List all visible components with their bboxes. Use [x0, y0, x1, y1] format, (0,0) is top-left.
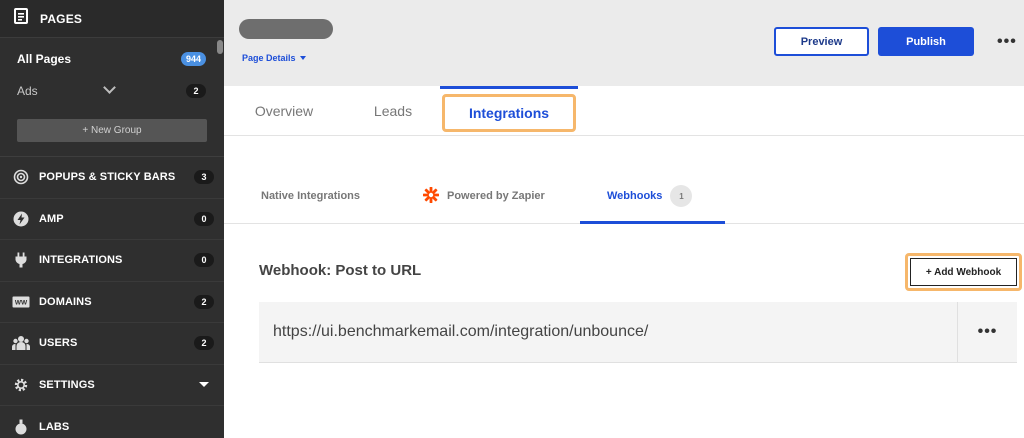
- main-tabs: Overview Leads Integrations: [224, 86, 1024, 136]
- zapier-icon: [422, 186, 440, 207]
- domains-label: DOMAINS: [39, 295, 92, 308]
- webhooks-count-badge: 1: [670, 185, 693, 207]
- webhook-row[interactable]: https://ui.benchmarkemail.com/integratio…: [259, 302, 1017, 363]
- chevron-down-icon[interactable]: [103, 81, 116, 94]
- page-details-dropdown[interactable]: Page Details: [242, 53, 306, 63]
- ads-label: Ads: [17, 84, 38, 98]
- page-title-redacted: [239, 19, 333, 39]
- all-pages-count-badge: 944: [180, 52, 206, 66]
- subtab-native-integrations[interactable]: Native Integrations: [261, 184, 360, 208]
- sidebar-item-all-pages[interactable]: All Pages 944: [0, 43, 224, 75]
- more-options-icon[interactable]: •••: [997, 33, 1017, 51]
- publish-button[interactable]: Publish: [878, 27, 974, 56]
- tab-overview-label: Overview: [254, 103, 314, 119]
- bolt-icon: [12, 210, 30, 228]
- www-icon: WW: [12, 293, 30, 311]
- new-group-button[interactable]: + New Group: [17, 119, 207, 142]
- tab-integrations[interactable]: Integrations: [440, 86, 578, 136]
- svg-text:WW: WW: [15, 299, 28, 306]
- integrations-count-badge: 0: [194, 253, 214, 268]
- ads-count-badge: 2: [186, 84, 206, 98]
- sidebar-item-ads[interactable]: Ads 2: [0, 75, 224, 107]
- subtab-zapier-label: Powered by Zapier: [447, 190, 545, 202]
- domains-count-badge: 2: [194, 294, 214, 309]
- amp-label: AMP: [39, 212, 64, 225]
- users-label: USERS: [39, 337, 78, 350]
- pages-label: PAGES: [40, 11, 83, 26]
- gear-icon: [12, 376, 30, 394]
- sidebar-item-users[interactable]: USERS 2: [0, 323, 224, 365]
- add-webhook-button[interactable]: + Add Webhook: [910, 258, 1017, 286]
- tab-highlight: [442, 94, 576, 132]
- sidebar: PAGES All Pages 944 Ads 2 + New Group PO…: [0, 0, 224, 438]
- sidebar-item-amp[interactable]: AMP 0: [0, 199, 224, 240]
- users-count-badge: 2: [194, 336, 214, 351]
- popups-label: POPUPS & STICKY BARS: [39, 171, 176, 184]
- preview-button[interactable]: Preview: [774, 27, 869, 56]
- subtab-webhooks[interactable]: Webhooks 1: [607, 184, 693, 208]
- sidebar-scrollbar[interactable]: [217, 40, 223, 54]
- active-subtab-indicator: [580, 221, 725, 224]
- page-details-label: Page Details: [242, 53, 296, 63]
- subtab-zapier[interactable]: Powered by Zapier: [422, 184, 545, 208]
- sidebar-item-settings[interactable]: SETTINGS: [0, 365, 224, 406]
- webhook-more-icon[interactable]: •••: [957, 302, 1017, 362]
- webhook-section-title: Webhook: Post to URL: [259, 262, 422, 279]
- caret-down-icon: [299, 56, 306, 60]
- tab-leads-label: Leads: [373, 103, 413, 119]
- flask-icon: [12, 418, 30, 436]
- webhook-url: https://ui.benchmarkemail.com/integratio…: [273, 323, 649, 340]
- sidebar-item-popups[interactable]: POPUPS & STICKY BARS 3: [0, 157, 224, 199]
- subtab-webhooks-label: Webhooks: [607, 190, 663, 202]
- integration-subtabs: Native Integrations Powered by Zapier We…: [224, 136, 1024, 224]
- integrations-nav-label: INTEGRATIONS: [39, 254, 123, 267]
- add-webhook-highlight: + Add Webhook: [905, 253, 1022, 291]
- tab-leads[interactable]: Leads: [354, 86, 432, 136]
- caret-down-icon[interactable]: [199, 382, 209, 388]
- amp-count-badge: 0: [194, 211, 214, 226]
- target-icon: [12, 168, 30, 186]
- subtab-native-label: Native Integrations: [261, 190, 361, 202]
- tab-overview[interactable]: Overview: [242, 86, 326, 136]
- page-header: Page Details Preview Publish •••: [224, 0, 1024, 86]
- popups-count-badge: 3: [194, 170, 214, 185]
- sidebar-item-integrations[interactable]: INTEGRATIONS 0: [0, 240, 224, 282]
- plug-icon: [12, 251, 30, 269]
- all-pages-label: All Pages: [17, 52, 72, 66]
- sidebar-item-labs[interactable]: LABS: [0, 406, 224, 438]
- sidebar-item-domains[interactable]: WW DOMAINS 2: [0, 282, 224, 323]
- labs-label: LABS: [39, 420, 70, 433]
- pages-section-header[interactable]: PAGES: [0, 0, 224, 38]
- settings-label: SETTINGS: [39, 378, 95, 391]
- users-icon: [12, 334, 30, 352]
- pages-icon: [14, 8, 28, 29]
